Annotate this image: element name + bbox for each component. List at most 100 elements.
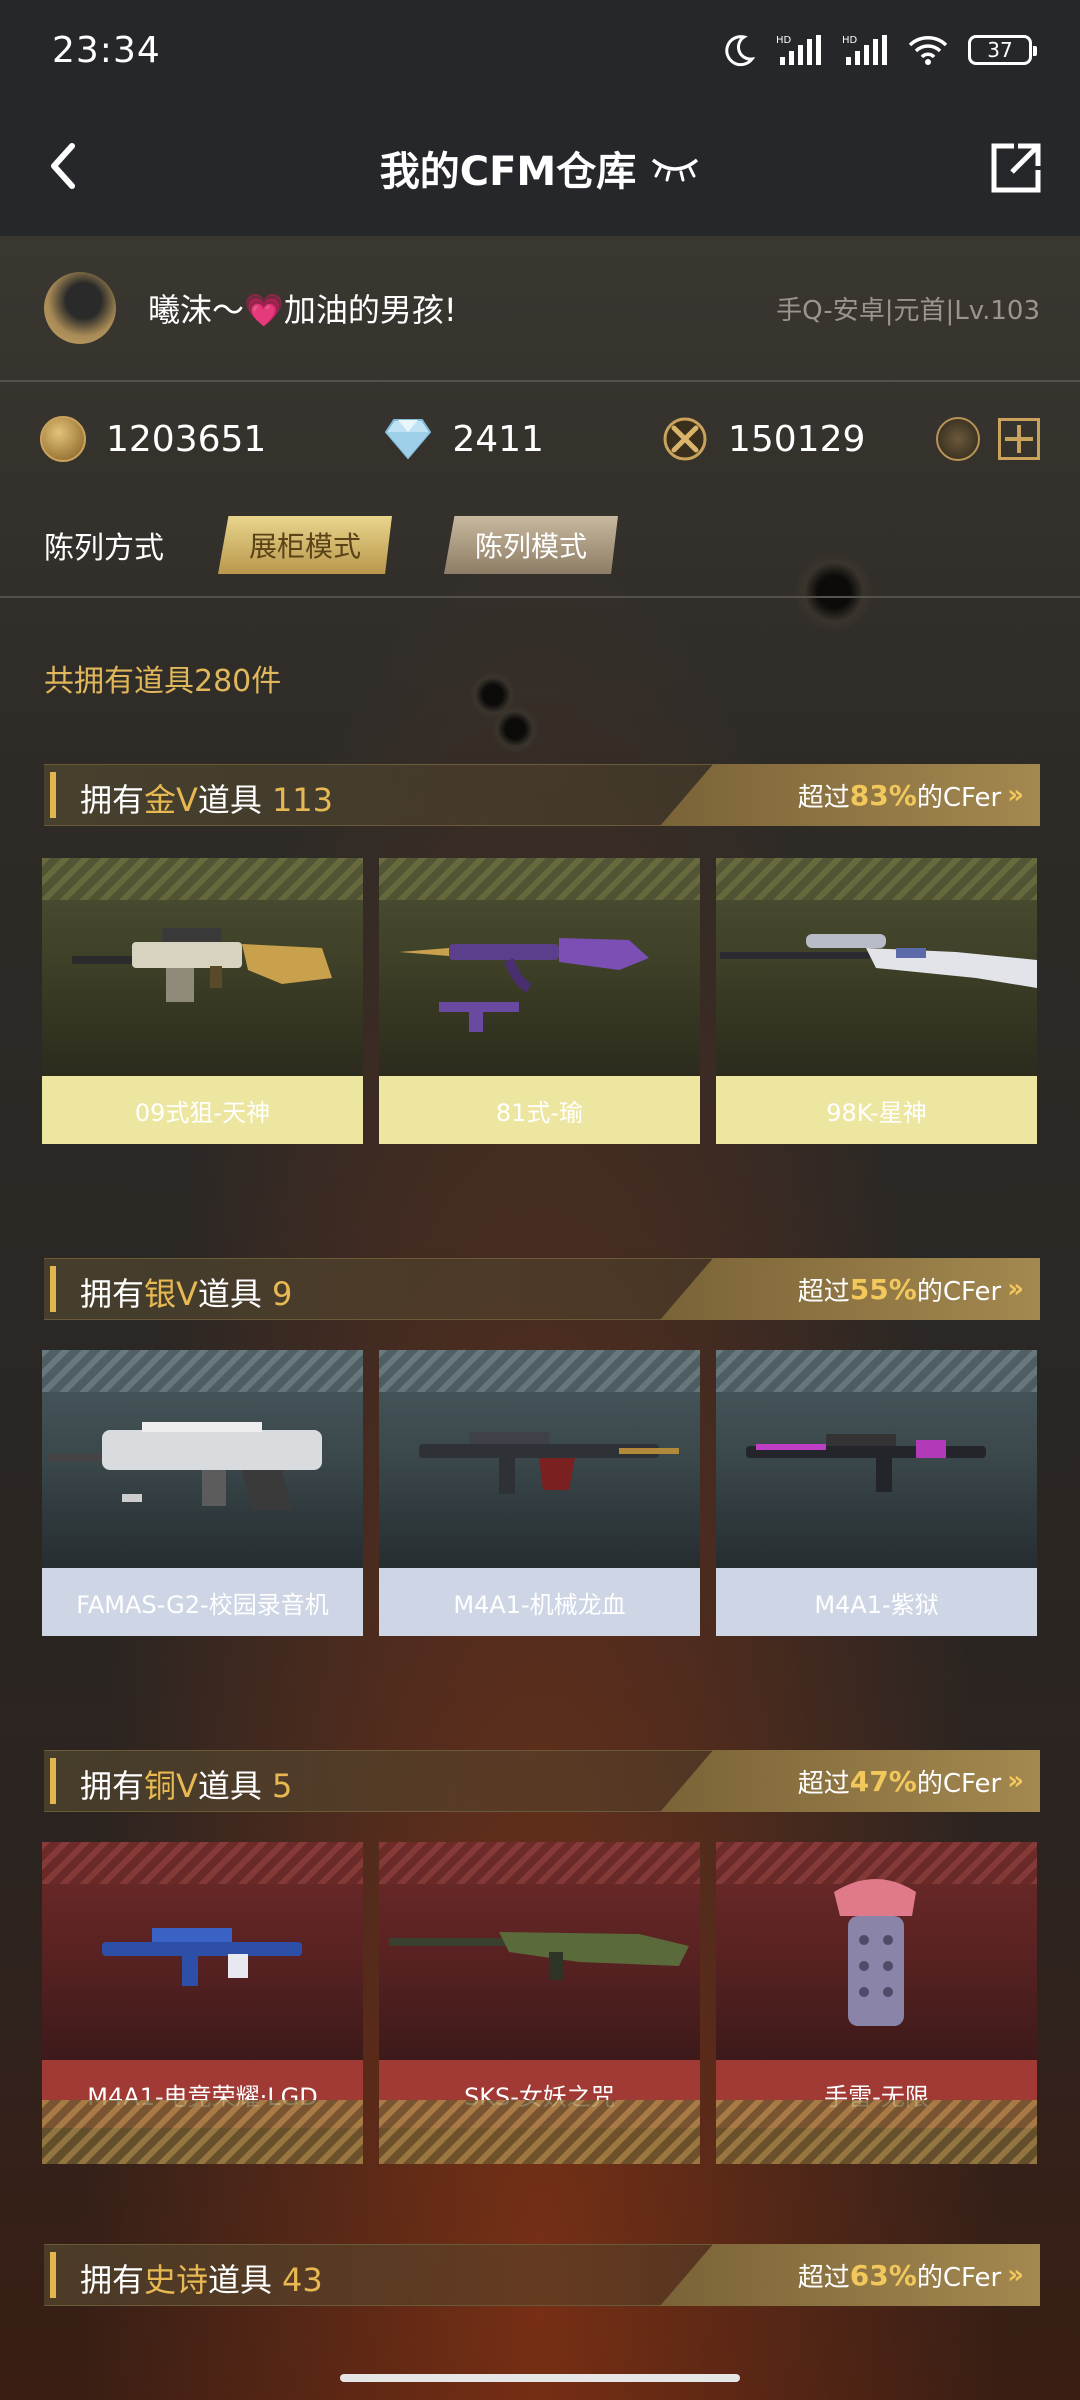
- item-image: [379, 858, 700, 1076]
- item-card[interactable]: 81式-瑜: [379, 858, 700, 1144]
- section-header-silver-v: 拥有银V道具 9 超过 55% 的CFer»: [44, 1258, 1040, 1320]
- hd-signal-icon: HD: [842, 35, 887, 65]
- eye-closed-icon[interactable]: [650, 154, 700, 182]
- rank-comparison-link[interactable]: 超过 47% 的CFer»: [660, 1750, 1040, 1812]
- add-currency-button[interactable]: [998, 418, 1040, 460]
- coin-value: 1203651: [106, 418, 267, 460]
- double-chevron-right-icon: »: [1007, 1274, 1024, 1304]
- section-suffix: 道具: [197, 781, 262, 819]
- item-image: [42, 1350, 363, 1568]
- rank-badge-icon[interactable]: [936, 417, 980, 461]
- battery-icon: 37: [968, 35, 1037, 65]
- rank-percent: 47%: [849, 1764, 917, 1798]
- currency-coin: 1203651: [40, 416, 266, 462]
- home-indicator[interactable]: [340, 2374, 740, 2382]
- status-bar: 23:34 HD HD 37: [0, 0, 1080, 100]
- item-image: [42, 858, 363, 1076]
- hd-signal-icon: HD: [776, 35, 821, 65]
- bullet-hole-decoration: [492, 706, 538, 752]
- item-card[interactable]: SKS-女妖之咒: [379, 1842, 700, 2128]
- item-card[interactable]: 09式狙-天神: [42, 858, 363, 1144]
- warehouse-content: 曦沫～💗加油的男孩! 手Q-安卓|元首|Lv.103 1203651 2411 …: [0, 236, 1080, 2400]
- section-header-gold-v: 拥有金V道具 113 超过 83% 的CFer»: [44, 764, 1040, 826]
- rank-prefix: 超过: [797, 1768, 850, 1799]
- item-card[interactable]: M4A1-紫狱: [716, 1350, 1037, 1636]
- back-button[interactable]: [34, 134, 98, 198]
- svg-text:HD: HD: [776, 35, 792, 46]
- rank-percent: 55%: [849, 1272, 917, 1306]
- rank-percent: 83%: [849, 778, 917, 812]
- section-title: 拥有铜V道具 5: [80, 1761, 292, 1807]
- section-tier: 铜V: [144, 1767, 198, 1805]
- section-count: 113: [271, 781, 334, 819]
- rank-suffix: 的CFer: [916, 1276, 1002, 1307]
- section-title: 拥有史诗道具 43: [80, 2255, 323, 2301]
- section-accent: [50, 772, 56, 818]
- item-row-silver-v: FAMAS-G2-校园录音机 M4A1-机械龙血 M4A1-紫狱: [42, 1350, 1038, 1636]
- assault-rifle-image: [399, 938, 649, 1032]
- bolt-rifle-image: [720, 934, 1037, 988]
- item-card[interactable]: [716, 2100, 1037, 2164]
- rank-suffix: 的CFer: [916, 782, 1002, 813]
- cross-token-icon: [663, 417, 707, 461]
- item-card[interactable]: 手雷-无限: [716, 1842, 1037, 2128]
- item-image: [379, 1842, 700, 2060]
- item-name: FAMAS-G2-校园录音机: [42, 1568, 363, 1636]
- total-items-count: 共拥有道具280件: [44, 664, 282, 699]
- section-tier: 金V: [144, 781, 198, 819]
- share-button[interactable]: [988, 140, 1044, 196]
- double-chevron-right-icon: »: [1007, 2260, 1024, 2290]
- bullpup-rifle-image: [48, 1422, 322, 1510]
- double-chevron-right-icon: »: [1007, 1766, 1024, 1796]
- rank-prefix: 超过: [797, 782, 850, 813]
- status-time: 23:34: [52, 29, 161, 71]
- avatar[interactable]: [44, 272, 116, 344]
- sniper-rifle-image: [72, 928, 332, 1002]
- app-header: 我的CFM仓库: [0, 100, 1080, 236]
- currency-row: 1203651 2411 150129: [0, 384, 1080, 494]
- section-title: 拥有金V道具 113: [80, 775, 333, 821]
- item-card[interactable]: FAMAS-G2-校园录音机: [42, 1350, 363, 1636]
- item-card[interactable]: 98K-星神: [716, 858, 1037, 1144]
- item-image: [42, 1842, 363, 2060]
- display-mode-button[interactable]: 陈列模式: [444, 516, 618, 574]
- item-name: M4A1-紫狱: [716, 1568, 1037, 1636]
- section-accent: [50, 1266, 56, 1312]
- section-prefix: 拥有: [80, 1767, 145, 1805]
- section-tier: 银V: [144, 1275, 198, 1313]
- rank-comparison-link[interactable]: 超过 63% 的CFer»: [660, 2244, 1040, 2306]
- section-suffix: 道具: [197, 1275, 262, 1313]
- display-mode-row: 陈列方式 展柜模式 陈列模式: [0, 494, 1080, 598]
- item-image: [716, 1842, 1037, 2060]
- item-image: [379, 1350, 700, 1568]
- currency-diamond: 2411: [384, 416, 544, 462]
- grenade-image: [834, 1879, 916, 2026]
- section-suffix: 道具: [208, 2261, 273, 2299]
- page-title: 我的CFM仓库: [379, 149, 637, 195]
- double-chevron-right-icon: »: [1007, 780, 1024, 810]
- item-row-gold-v: 09式狙-天神 81式-瑜 98K-星神: [42, 858, 1038, 1144]
- section-header-bronze-v: 拥有铜V道具 5 超过 47% 的CFer»: [44, 1750, 1040, 1812]
- section-tier: 史诗: [144, 2261, 209, 2299]
- item-name: 81式-瑜: [379, 1076, 700, 1144]
- item-card[interactable]: [42, 2100, 363, 2164]
- rank-comparison-link[interactable]: 超过 83% 的CFer»: [660, 764, 1040, 826]
- section-prefix: 拥有: [80, 2261, 145, 2299]
- rank-prefix: 超过: [797, 2262, 850, 2293]
- currency-cross-token: 150129: [662, 416, 865, 462]
- item-card[interactable]: [379, 2100, 700, 2164]
- item-name: 98K-星神: [716, 1076, 1037, 1144]
- section-title: 拥有银V道具 9: [80, 1269, 292, 1315]
- section-header-epic: 拥有史诗道具 43 超过 63% 的CFer»: [44, 2244, 1040, 2306]
- item-card[interactable]: M4A1-机械龙血: [379, 1350, 700, 1636]
- m4a1-rifle-image: [419, 1432, 679, 1494]
- rank-comparison-link[interactable]: 超过 55% 的CFer»: [660, 1258, 1040, 1320]
- item-card[interactable]: M4A1-电竞荣耀·LGD: [42, 1842, 363, 2128]
- section-prefix: 拥有: [80, 781, 145, 819]
- section-suffix: 道具: [197, 1767, 262, 1805]
- showcase-mode-button[interactable]: 展柜模式: [218, 516, 392, 574]
- item-row-bronze-v: M4A1-电竞荣耀·LGD SKS-女妖之咒 手雷-无限: [42, 1842, 1038, 2128]
- section-count: 43: [282, 2261, 323, 2299]
- section-accent: [50, 1758, 56, 1804]
- section-prefix: 拥有: [80, 1275, 145, 1313]
